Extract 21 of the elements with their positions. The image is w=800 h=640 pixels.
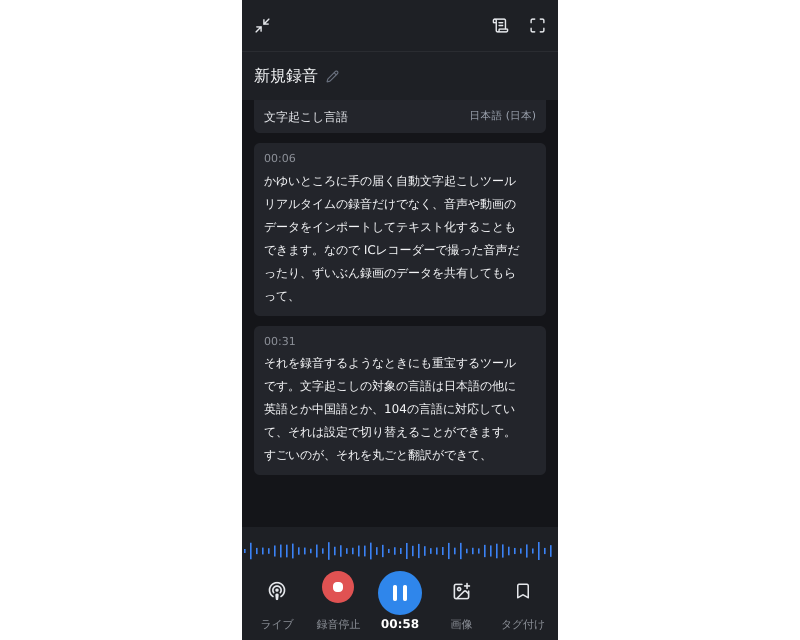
control-label: ライブ xyxy=(260,616,294,632)
fullscreen-icon[interactable] xyxy=(529,17,546,34)
language-value: 日本語 (日本) xyxy=(469,108,536,124)
edit-icon[interactable] xyxy=(326,70,339,82)
collapse-icon[interactable] xyxy=(254,17,271,34)
control-label: 画像 xyxy=(450,616,473,632)
transcript-text: かゆいところに手の届く自動文字起こしツール リアルタイムの録音だけでなく、音声や動画の データをインポートしてテキスト化することも できます。なので ICレコーダーで撮った音声だ ったり、ずいぶん録画のデータを共有してもら って、 xyxy=(264,172,521,304)
control-label: 録音停止 xyxy=(316,616,360,632)
image-add-icon xyxy=(452,582,472,600)
transcript-text: それを録音するようなときにも重宝するツール です。文字起こしの対象の言語は日本語の他に 英語とか中国語とか、104の言語に対応してい て、それは設定で切り替えることができます。 すごいのが、それを丸ごと翻訳ができて、 xyxy=(264,355,517,464)
timestamp: 00:31 xyxy=(264,334,297,350)
pause-button[interactable] xyxy=(378,571,422,615)
stop-button[interactable] xyxy=(322,571,354,603)
control-label: タグ付け xyxy=(501,616,546,632)
recording-title: 新規録音 xyxy=(254,65,318,87)
language-row[interactable]: 文字起こし言語 日本語 (日本) xyxy=(254,100,546,133)
language-label: 文字起こし言語 xyxy=(264,108,348,126)
timestamp: 00:06 xyxy=(264,151,297,167)
control-label: 00:58 xyxy=(380,616,420,633)
broadcast-icon xyxy=(266,581,287,601)
document-icon[interactable] xyxy=(492,17,509,34)
